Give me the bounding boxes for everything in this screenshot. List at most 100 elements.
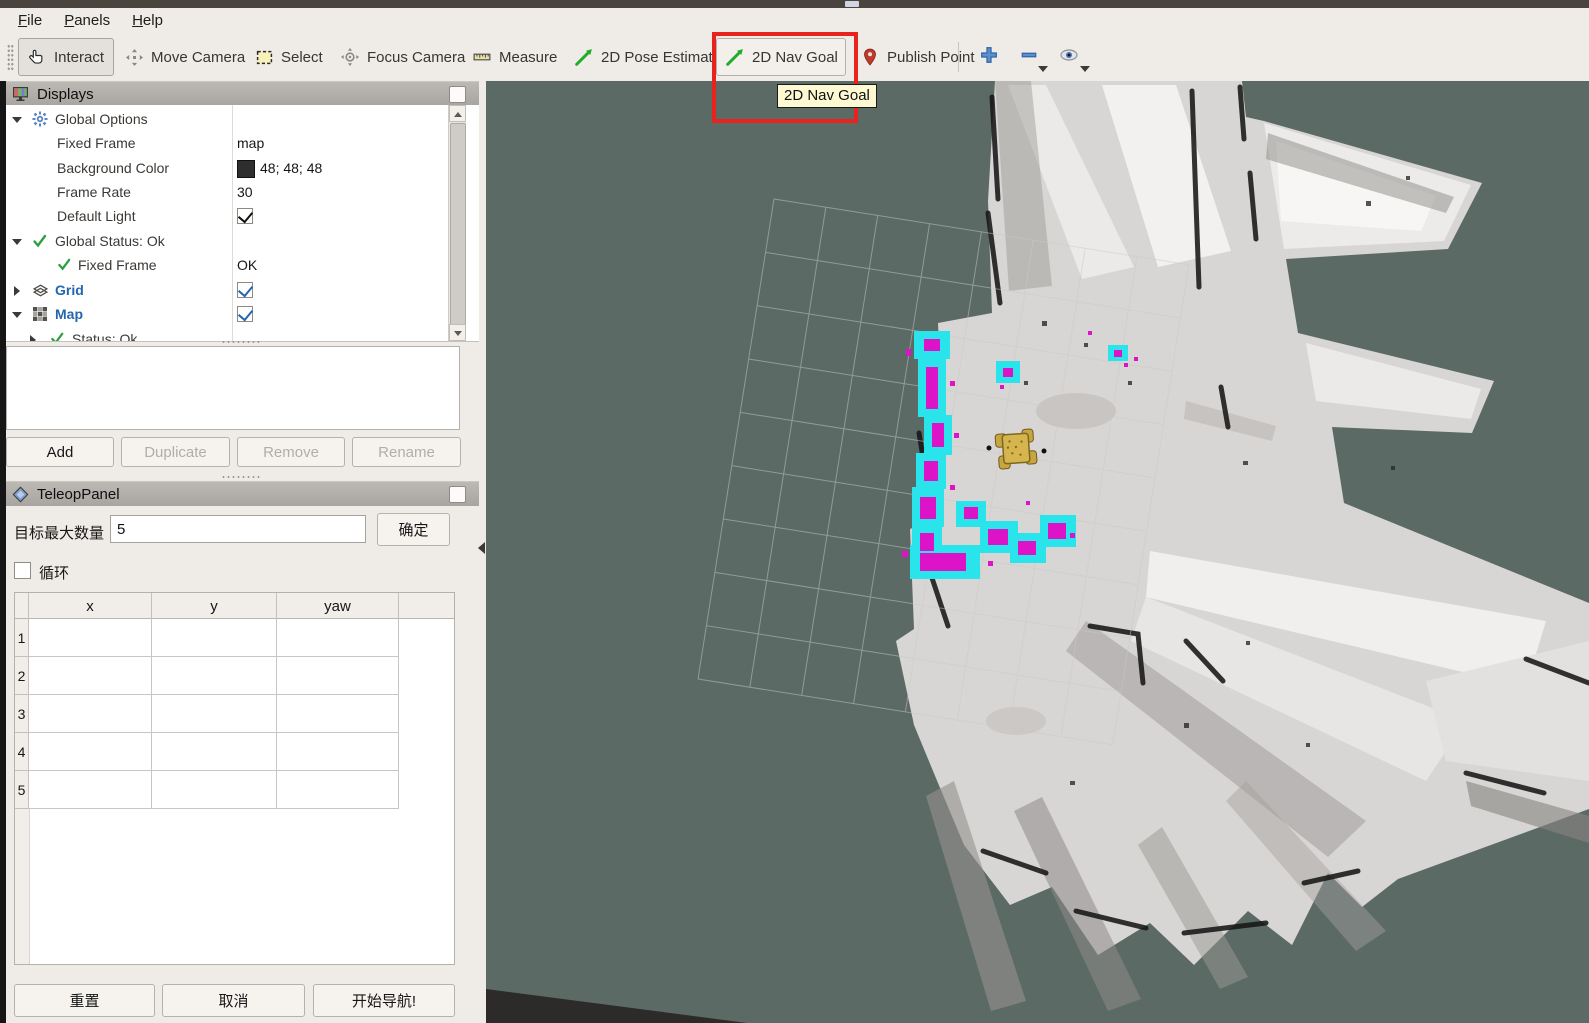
panel-float-button[interactable] [449, 486, 466, 503]
tool-visibility-button[interactable] [1052, 42, 1086, 72]
waypoint-cell-y[interactable] [152, 619, 277, 657]
loop-checkbox[interactable] [14, 562, 31, 579]
duplicate-display-button[interactable]: Duplicate [121, 437, 230, 467]
waypoint-cell-y[interactable] [152, 657, 277, 695]
toolbar-separator [958, 42, 959, 72]
tool-interact[interactable]: Interact [18, 38, 114, 76]
waypoint-cell-yaw[interactable] [277, 657, 399, 695]
measure-ruler-icon [473, 48, 491, 66]
row-header[interactable]: 5 [15, 771, 29, 809]
add-display-button[interactable]: Add [6, 437, 114, 467]
remove-display-button[interactable]: Remove [237, 437, 345, 467]
splitter-handle[interactable] [221, 340, 261, 344]
tree-row-global-status[interactable]: Global Status: Ok [6, 230, 446, 254]
waypoint-cell-y[interactable] [152, 771, 277, 809]
column-header-y[interactable]: y [152, 593, 277, 619]
menu-help[interactable]: Help [128, 11, 167, 30]
waypoint-row: 3 [15, 695, 454, 733]
toolbar-drag-handle[interactable] [7, 44, 14, 70]
tree-row-status-fixed-frame[interactable]: Fixed Frame OK [6, 254, 446, 278]
default-light-checkbox[interactable] [237, 208, 253, 224]
waypoint-cell-y[interactable] [152, 733, 277, 771]
tree-row-default-light[interactable]: Default Light [6, 205, 446, 229]
tool-2d-pose-estimate[interactable]: 2D Pose Estimate [566, 38, 730, 76]
waypoint-cell-yaw[interactable] [277, 619, 399, 657]
grid-enabled-checkbox[interactable] [237, 282, 253, 298]
max-goals-input[interactable] [110, 515, 366, 543]
reset-button[interactable]: 重置 [14, 984, 155, 1017]
panel-collapse-handle[interactable] [478, 542, 485, 554]
publish-point-pin-icon [861, 48, 879, 66]
waypoint-cell-x[interactable] [29, 733, 152, 771]
waypoint-table-header: x y yaw [15, 593, 454, 619]
waypoint-cell-x[interactable] [29, 657, 152, 695]
collapsed-arrow-icon[interactable] [30, 335, 36, 342]
move-camera-icon [125, 48, 143, 66]
waypoint-cell-y[interactable] [152, 695, 277, 733]
cancel-button[interactable]: 取消 [162, 984, 305, 1017]
add-tool-button[interactable] [972, 42, 1006, 72]
row-header[interactable]: 3 [15, 695, 29, 733]
left-panel: Displays Global Options Fixed Frame map [0, 81, 486, 1023]
displays-panel-title: Displays [37, 86, 94, 103]
remove-tool-button[interactable] [1012, 42, 1046, 72]
tool-publish-point[interactable]: Publish Point [852, 38, 984, 76]
expand-arrow-icon[interactable] [12, 117, 22, 123]
teleop-panel-header[interactable]: TeleopPanel [6, 481, 479, 506]
robot-side-dot [1042, 449, 1047, 454]
waypoint-cell-x[interactable] [29, 695, 152, 733]
tree-row-grid-display[interactable]: Grid [6, 279, 446, 303]
tree-row-frame-rate[interactable]: Frame Rate 30 [6, 181, 446, 205]
waypoint-cell-x[interactable] [29, 771, 152, 809]
tree-row-background-color[interactable]: Background Color 48; 48; 48 [6, 157, 446, 181]
waypoint-table: x y yaw 1 2 3 [14, 592, 455, 965]
property-value[interactable]: map [237, 135, 264, 151]
rviz-window: File Panels Help Interact Move Camera Se… [0, 0, 1589, 1023]
tool-move-camera[interactable]: Move Camera [116, 38, 254, 76]
column-header-yaw[interactable]: yaw [277, 593, 399, 619]
property-value[interactable]: 30 [237, 184, 253, 200]
panel-float-button[interactable] [449, 86, 466, 103]
dropdown-caret-icon [1080, 66, 1090, 72]
menu-file[interactable]: File [14, 11, 46, 30]
property-value[interactable]: 48; 48; 48 [260, 160, 322, 176]
tree-scrollbar[interactable] [448, 105, 466, 341]
tool-label: Interact [54, 49, 104, 66]
pose-estimate-arrow-icon [575, 48, 593, 66]
collapsed-arrow-icon[interactable] [14, 286, 20, 296]
expand-arrow-icon[interactable] [12, 239, 22, 245]
map-plane-edge [486, 989, 747, 1023]
tool-label: 2D Pose Estimate [601, 49, 721, 66]
map-enabled-checkbox[interactable] [237, 306, 253, 322]
waypoint-cell-yaw[interactable] [277, 771, 399, 809]
tool-focus-camera[interactable]: Focus Camera [332, 38, 474, 76]
displays-tree: Global Options Fixed Frame map Backgroun… [6, 105, 479, 342]
menu-panels[interactable]: Panels [60, 11, 114, 30]
scrollbar-thumb[interactable] [450, 123, 466, 325]
tree-row-map-display[interactable]: Map [6, 303, 446, 327]
waypoint-cell-yaw[interactable] [277, 695, 399, 733]
splitter-handle[interactable] [221, 475, 261, 479]
tool-select[interactable]: Select [246, 38, 332, 76]
tree-row-fixed-frame[interactable]: Fixed Frame map [6, 132, 446, 156]
column-header-x[interactable]: x [29, 593, 152, 619]
row-header[interactable]: 1 [15, 619, 29, 657]
displays-panel-header[interactable]: Displays [6, 81, 479, 106]
tree-row-global-options[interactable]: Global Options [6, 108, 446, 132]
eye-icon [1059, 47, 1079, 68]
row-header[interactable]: 2 [15, 657, 29, 695]
rename-display-button[interactable]: Rename [352, 437, 461, 467]
row-header[interactable]: 4 [15, 733, 29, 771]
focus-camera-icon [341, 48, 359, 66]
tool-measure[interactable]: Measure [464, 38, 566, 76]
robot-side-dot [987, 446, 992, 451]
scroll-down-button[interactable] [449, 324, 466, 341]
expand-arrow-icon[interactable] [12, 312, 22, 318]
3d-viewport[interactable] [486, 81, 1589, 1023]
start-navigation-button[interactable]: 开始导航! [313, 984, 455, 1017]
waypoint-cell-x[interactable] [29, 619, 152, 657]
confirm-button[interactable]: 确定 [377, 513, 450, 546]
color-swatch[interactable] [237, 160, 255, 178]
waypoint-cell-yaw[interactable] [277, 733, 399, 771]
scroll-up-button[interactable] [449, 105, 466, 122]
